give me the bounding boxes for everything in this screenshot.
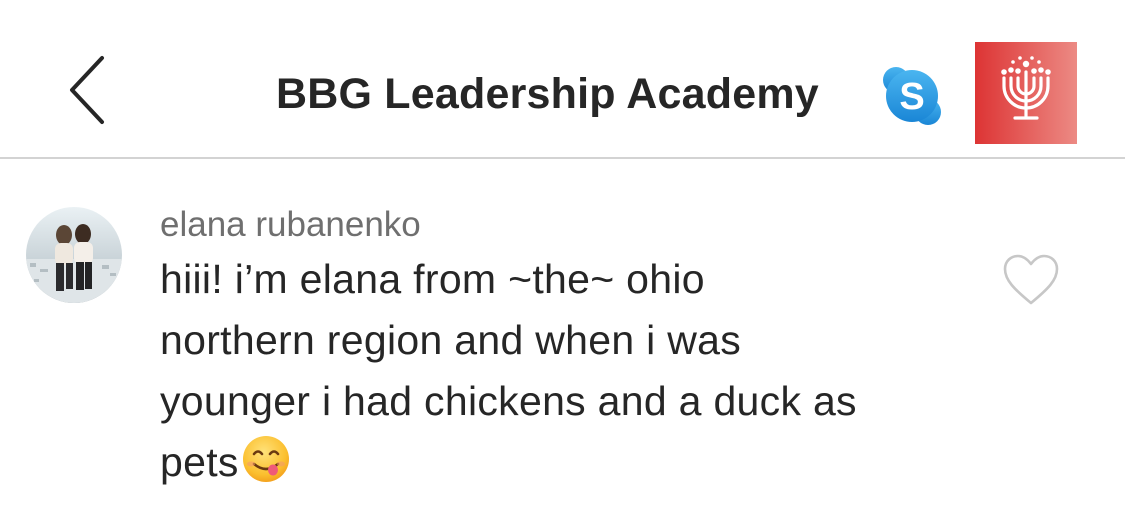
org-logo[interactable] [975, 42, 1077, 144]
skype-letter: S [899, 76, 924, 118]
comment-line: hiii! i’m elana from ~the~ ohio [160, 256, 705, 302]
page-title: BBG Leadership Academy [276, 70, 819, 118]
like-button[interactable] [1002, 253, 1060, 307]
chevron-left-icon [70, 56, 104, 124]
back-button[interactable] [60, 52, 116, 132]
comment-item: elana rubanenko hiii! i’m elana from ~th… [0, 159, 1125, 510]
comment-line: northern region and when i was [160, 317, 742, 363]
menorah-icon [975, 42, 1077, 144]
heart-outline-icon [1003, 254, 1059, 305]
comment-text: hiii! i’m elana from ~the~ ohio northern… [160, 249, 980, 501]
face-savoring-food-icon [241, 434, 291, 501]
header-bar: BBG Leadership Academy S [0, 0, 1125, 159]
comment-username[interactable]: elana rubanenko [160, 203, 421, 247]
profile-photo [26, 207, 122, 303]
comment-line-text: pets [160, 439, 239, 485]
comment-line: younger i had chickens and a duck as [160, 378, 857, 424]
skype-icon: S [883, 67, 941, 125]
skype-badge[interactable]: S [880, 64, 944, 128]
comment-line-last: pets [160, 432, 980, 501]
avatar[interactable] [26, 207, 122, 303]
comment-screen: BBG Leadership Academy S elana rubanenko… [0, 0, 1125, 510]
